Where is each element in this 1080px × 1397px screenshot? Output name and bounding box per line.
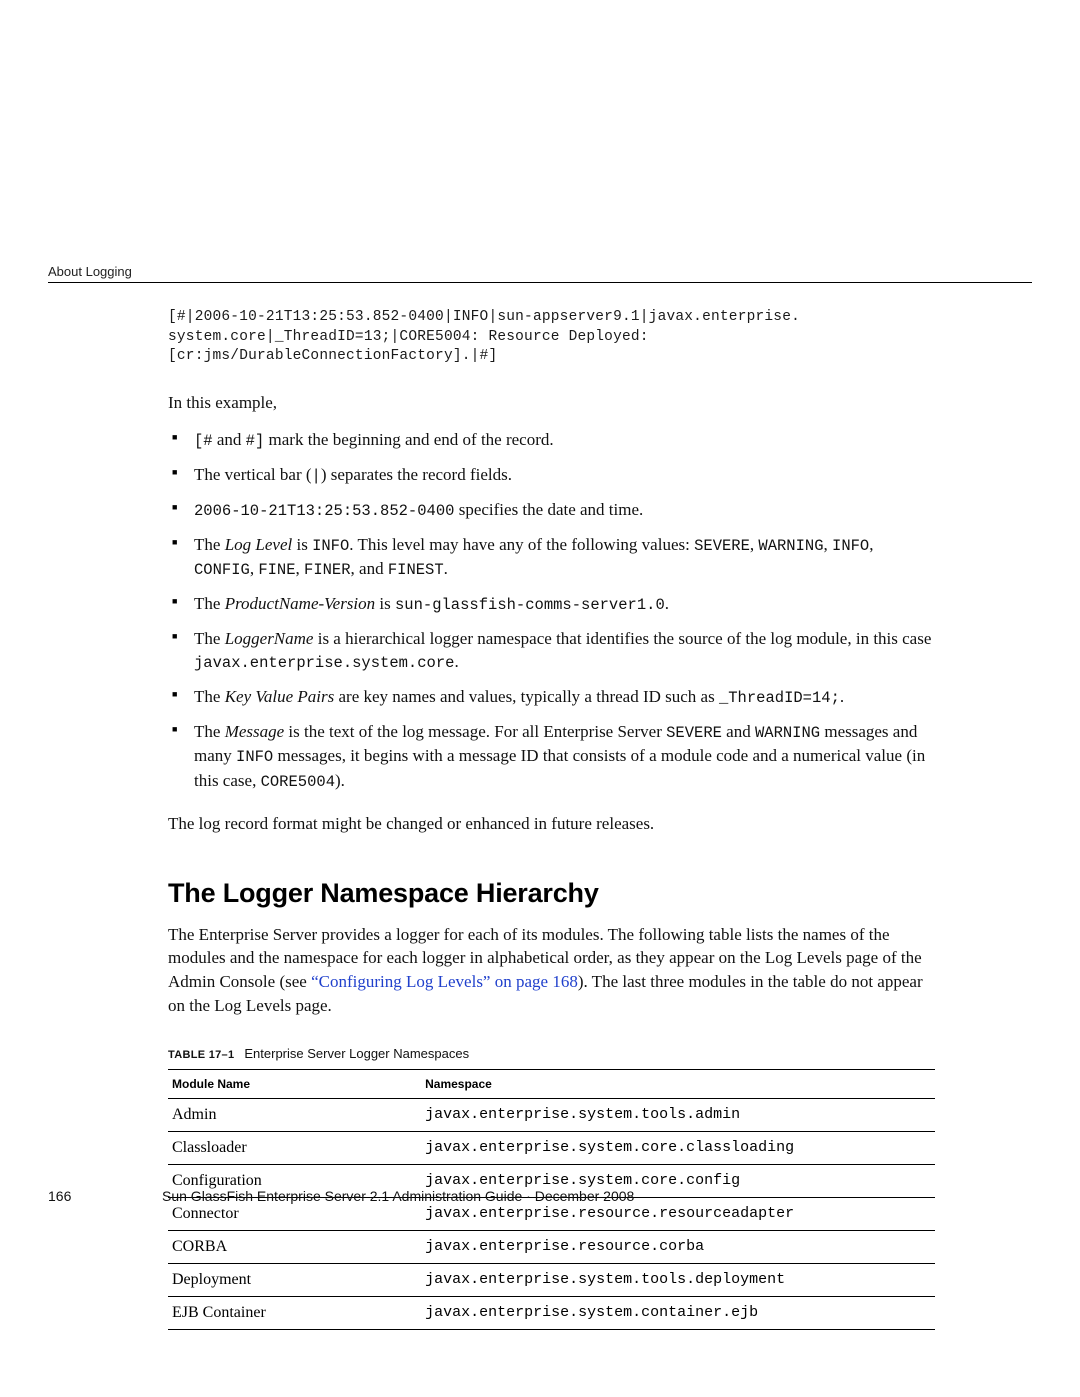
example-bullets: [# and #] mark the beginning and end of …: [168, 428, 935, 793]
bullet-2: The vertical bar (|) separates the recor…: [168, 463, 935, 488]
running-head: About Logging: [48, 264, 132, 279]
footer-text: Sun GlassFish Enterprise Server 2.1 Admi…: [162, 1188, 634, 1204]
page-footer: 166Sun GlassFish Enterprise Server 2.1 A…: [48, 1188, 1032, 1204]
bullet-3: 2006-10-21T13:25:53.852-0400 specifies t…: [168, 498, 935, 523]
intro-text: In this example,: [168, 391, 935, 415]
table-row: Adminjavax.enterprise.system.tools.admin: [168, 1098, 935, 1131]
table-row: Classloaderjavax.enterprise.system.core.…: [168, 1131, 935, 1164]
bullet-4: The Log Level is INFO. This level may ha…: [168, 533, 935, 582]
page-number: 166: [48, 1188, 162, 1204]
bullet-1: [# and #] mark the beginning and end of …: [168, 428, 935, 453]
table-row: Deploymentjavax.enterprise.system.tools.…: [168, 1263, 935, 1296]
table-row: EJB Containerjavax.enterprise.system.con…: [168, 1296, 935, 1329]
bullet-8: The Message is the text of the log messa…: [168, 720, 935, 794]
bullet-5: The ProductName-Version is sun-glassfish…: [168, 592, 935, 617]
bullet-6: The LoggerName is a hierarchical logger …: [168, 627, 935, 675]
section-paragraph: The Enterprise Server provides a logger …: [168, 923, 935, 1018]
log-record-code: [#|2006-10-21T13:25:53.852-0400|INFO|sun…: [168, 308, 935, 367]
th-module-name: Module Name: [168, 1069, 421, 1098]
table-caption: TABLE 17–1Enterprise Server Logger Names…: [168, 1046, 935, 1061]
after-list-text: The log record format might be changed o…: [168, 812, 935, 836]
running-head-rule: [48, 282, 1032, 283]
table-row: CORBAjavax.enterprise.resource.corba: [168, 1230, 935, 1263]
page: About Logging [#|2006-10-21T13:25:53.852…: [0, 0, 1080, 1397]
bullet-7: The Key Value Pairs are key names and va…: [168, 685, 935, 710]
xref-link[interactable]: “Configuring Log Levels” on page 168: [311, 972, 578, 991]
section-heading: The Logger Namespace Hierarchy: [168, 878, 935, 909]
th-namespace: Namespace: [421, 1069, 935, 1098]
